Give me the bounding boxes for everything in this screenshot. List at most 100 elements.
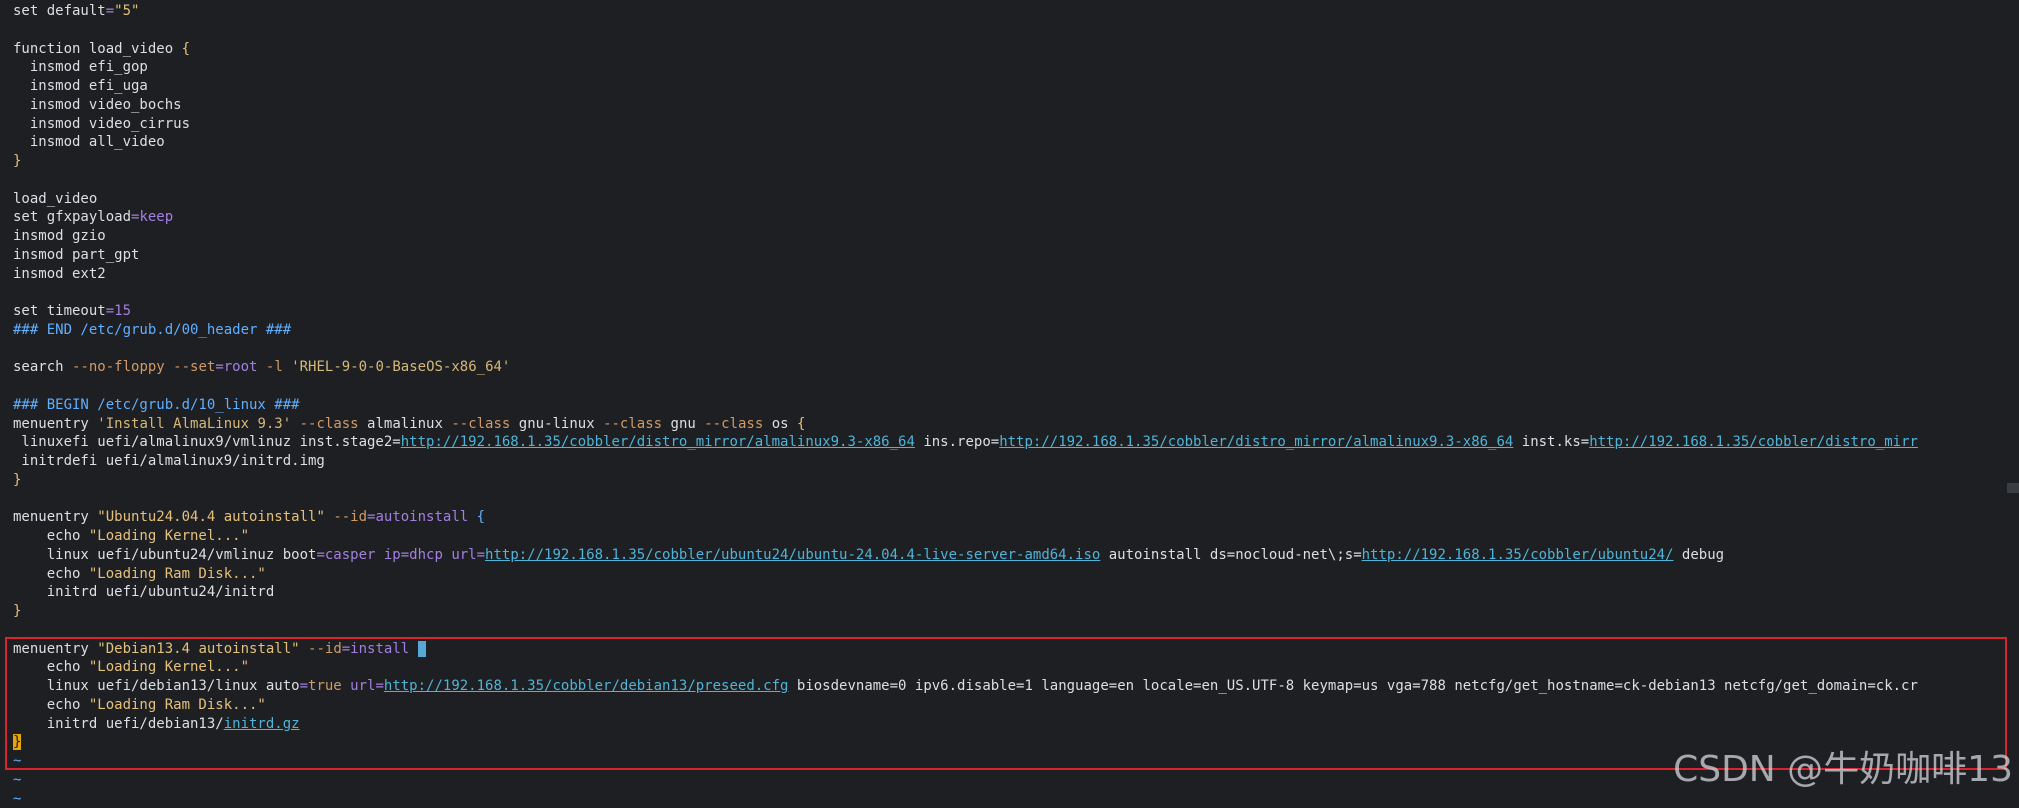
code-token: ### BEGIN /etc/grub.d/10_linux ### (13, 396, 300, 413)
code-line: set default="5" (13, 2, 1987, 21)
code-token: insmod efi_uga (13, 78, 148, 94)
code-line: initrd uefi/ubuntu24/initrd (13, 583, 1987, 602)
code-line: echo "Loading Ram Disk..." (13, 696, 1987, 715)
code-token: "Debian13.4 autoinstall" (97, 640, 300, 657)
code-token: insmod video_bochs (13, 96, 182, 113)
url-text: http://192.168.1.35/cobbler/distro_mirro… (999, 434, 1514, 451)
code-token: initrd uefi/ubuntu24/initrd (13, 584, 275, 601)
editor-buffer[interactable]: set default="5" function load_video { ins… (13, 2, 1987, 808)
code-token: =keep (131, 209, 174, 226)
code-token: "5" (114, 3, 140, 19)
code-token: "Loading Kernel..." (88, 528, 250, 544)
code-token: =casper ip=dhcp (316, 546, 443, 563)
code-token: ins.repo= (914, 434, 1000, 451)
code-line: insmod video_cirrus (13, 115, 1987, 134)
code-token: search (13, 359, 73, 376)
code-token: 'Install AlmaLinux 9.3' (97, 415, 292, 432)
code-token: url= (451, 546, 486, 563)
code-token: insmod part_gpt (13, 246, 140, 263)
code-token: echo (13, 565, 89, 582)
url-text: initrd.gz (223, 715, 300, 732)
terminal-window[interactable]: set default="5" function load_video { ins… (0, 0, 2019, 808)
code-line: } (13, 471, 1987, 490)
matching-brace: } (13, 734, 22, 751)
code-token: insmod gzio (13, 228, 106, 244)
empty-line-tilde: ~ (13, 753, 22, 769)
code-line: initrdefi uefi/almalinux9/initrd.img (13, 452, 1987, 471)
code-token: menuentry (13, 509, 98, 526)
code-token: insmod ext2 (13, 265, 106, 282)
code-token: --class (603, 415, 663, 432)
code-token: echo (13, 659, 89, 676)
code-token: --class (299, 415, 359, 432)
url-text: http://192.168.1.35/cobbler/ubuntu24/ (1361, 546, 1674, 563)
code-line: menuentry "Ubuntu24.04.4 autoinstall" --… (13, 508, 1987, 527)
code-token: =autoinstall (367, 509, 469, 526)
code-token: --no-floppy --set (72, 359, 216, 376)
code-token: set timeout (13, 303, 106, 319)
code-token: menuentry (13, 415, 98, 432)
code-token: linux uefi/ubuntu24/vmlinuz boot (13, 546, 317, 563)
code-token: ### END /etc/grub.d/00_header ### (13, 321, 292, 338)
code-line: function load_video { (13, 40, 1987, 59)
code-token: biosdevname=0 ipv6.disable=1 language=en… (788, 678, 1918, 694)
code-token: -l (265, 359, 283, 376)
code-token: --id (308, 640, 342, 657)
text-cursor (417, 640, 427, 657)
code-token: function load_video (13, 40, 182, 57)
code-token: load_video (13, 190, 98, 207)
code-token: debug (1673, 546, 1725, 563)
empty-line-tilde: ~ (13, 790, 22, 807)
code-token: } (13, 471, 22, 488)
watermark: CSDN @牛奶咖啡13 (1673, 749, 2013, 790)
code-token: initrd uefi/debian13/ (13, 715, 224, 732)
code-token: gnu (662, 415, 705, 432)
code-token: "Loading Ram Disk..." (88, 565, 266, 582)
code-token: echo (13, 696, 89, 713)
url-text: http://192.168.1.35/cobbler/distro_mirr (1589, 434, 1918, 451)
code-line: menuentry "Debian13.4 autoinstall" --id=… (13, 640, 1987, 659)
code-line: set gfxpayload=keep (13, 208, 1987, 227)
url-text: http://192.168.1.35/cobbler/distro_mirro… (400, 434, 915, 451)
code-token: { (796, 415, 806, 432)
scrollbar-thumb[interactable] (2007, 483, 2019, 493)
code-token: linux uefi/debian13/linux auto (13, 678, 300, 694)
code-token: set gfxpayload (13, 209, 132, 226)
code-token: } (13, 153, 22, 169)
code-token: set default (13, 3, 106, 19)
code-line: linux uefi/debian13/linux auto=true url=… (13, 677, 1987, 696)
code-line: insmod efi_gop (13, 58, 1987, 77)
code-line: insmod efi_uga (13, 77, 1987, 96)
code-token: insmod efi_gop (13, 59, 148, 76)
url-text: http://192.168.1.35/cobbler/ubuntu24/ubu… (485, 546, 1101, 563)
code-token: gnu-linux (510, 415, 604, 432)
code-token: =install (341, 640, 410, 657)
code-token: echo (13, 528, 89, 544)
url-text: http://192.168.1.35/cobbler/debian13/pre… (383, 678, 789, 694)
code-line: linux uefi/ubuntu24/vmlinuz boot=casper … (13, 546, 1987, 565)
code-line: insmod ext2 (13, 265, 1987, 284)
code-token: os (763, 415, 797, 432)
code-line: echo "Loading Kernel..." (13, 658, 1987, 677)
code-token: "Ubuntu24.04.4 autoinstall" (97, 509, 325, 526)
code-token: =15 (105, 303, 132, 319)
code-token: autoinstall ds=nocloud-net\;s= (1100, 546, 1362, 563)
code-token: true (308, 678, 342, 694)
code-line: } (13, 602, 1987, 621)
code-token: { (476, 509, 486, 526)
code-line: insmod gzio (13, 227, 1987, 246)
code-token: --class (704, 415, 764, 432)
code-token: = (299, 678, 309, 694)
code-line: initrd uefi/debian13/initrd.gz (13, 715, 1987, 734)
code-line: search --no-floppy --set=root -l 'RHEL-9… (13, 358, 1987, 377)
code-token: almalinux (358, 415, 452, 432)
